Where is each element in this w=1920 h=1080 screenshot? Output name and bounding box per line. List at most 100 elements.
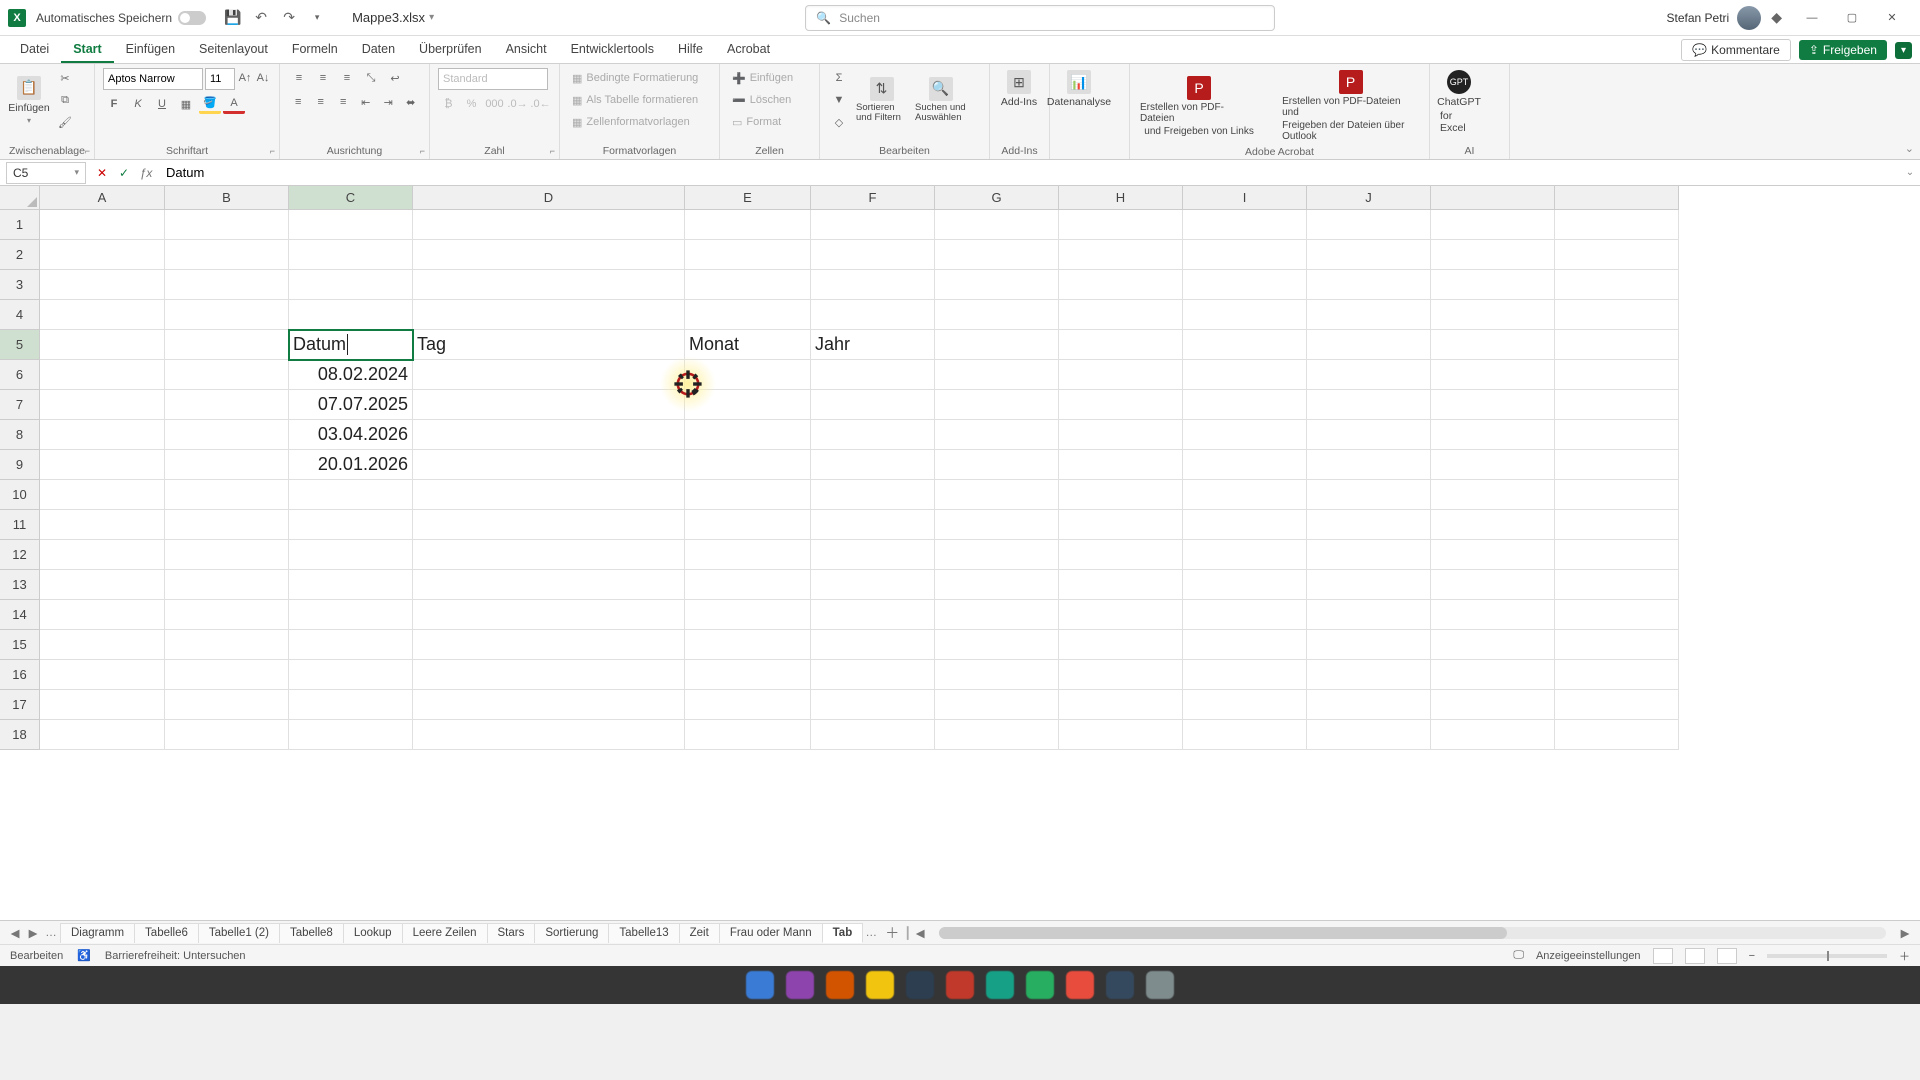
cell[interactable]: [935, 330, 1059, 360]
sheet-tab[interactable]: Tabelle6: [134, 923, 199, 943]
cell[interactable]: [1183, 360, 1307, 390]
row-header[interactable]: 10: [0, 480, 40, 510]
decrease-decimal-icon[interactable]: .0←: [530, 94, 551, 114]
cell[interactable]: [1059, 360, 1183, 390]
cell[interactable]: [935, 720, 1059, 750]
sheet-tab[interactable]: Zeit: [679, 923, 720, 943]
cell[interactable]: [1183, 720, 1307, 750]
row-header[interactable]: 11: [0, 510, 40, 540]
cell[interactable]: [289, 300, 413, 330]
taskbar-app-icon[interactable]: [1026, 971, 1054, 999]
cell[interactable]: [685, 510, 811, 540]
sheet-nav-prev-icon[interactable]: ◀: [6, 926, 24, 940]
acrobat-pdf-outlook-button[interactable]: P Erstellen von PDF-Dateien und Freigebe…: [1280, 68, 1421, 144]
cell[interactable]: [1059, 510, 1183, 540]
cell[interactable]: [1183, 480, 1307, 510]
cell[interactable]: [811, 210, 935, 240]
cell[interactable]: [811, 450, 935, 480]
cell[interactable]: [811, 420, 935, 450]
cell[interactable]: [811, 510, 935, 540]
row-header[interactable]: 7: [0, 390, 40, 420]
cell[interactable]: [289, 630, 413, 660]
cell[interactable]: [1307, 630, 1431, 660]
ribbon-tab-überprüfen[interactable]: Überprüfen: [407, 37, 494, 63]
cell[interactable]: [165, 420, 289, 450]
cell[interactable]: [1059, 540, 1183, 570]
cell[interactable]: [1431, 480, 1555, 510]
horizontal-scrollbar[interactable]: [939, 927, 1886, 939]
font-launcher-icon[interactable]: ⌐: [270, 146, 275, 156]
spreadsheet-grid[interactable]: ABCDEFGHIJ12345DatumTagMonatJahr608.02.2…: [0, 186, 1920, 920]
cell[interactable]: [1059, 720, 1183, 750]
cell[interactable]: [935, 630, 1059, 660]
search-box[interactable]: 🔍 Suchen: [805, 5, 1275, 31]
cell[interactable]: [685, 300, 811, 330]
cell[interactable]: [289, 600, 413, 630]
cell[interactable]: [40, 450, 165, 480]
cell[interactable]: [935, 270, 1059, 300]
cell[interactable]: [1431, 240, 1555, 270]
cell[interactable]: [1059, 330, 1183, 360]
cell[interactable]: [811, 630, 935, 660]
cell[interactable]: [1059, 420, 1183, 450]
scrollbar-thumb[interactable]: [939, 927, 1507, 939]
cell[interactable]: [811, 300, 935, 330]
ribbon-tab-hilfe[interactable]: Hilfe: [666, 37, 715, 63]
row-header[interactable]: 4: [0, 300, 40, 330]
cell[interactable]: Jahr: [811, 330, 935, 360]
docname-dropdown-icon[interactable]: ▾: [429, 12, 434, 23]
cell[interactable]: [1183, 630, 1307, 660]
cell[interactable]: [40, 570, 165, 600]
name-box-dropdown-icon[interactable]: ▾: [74, 167, 79, 178]
row-header[interactable]: 1: [0, 210, 40, 240]
close-button[interactable]: ✕: [1872, 3, 1912, 33]
cell[interactable]: [289, 240, 413, 270]
taskbar-app-icon[interactable]: [786, 971, 814, 999]
cell[interactable]: [1307, 240, 1431, 270]
align-left-icon[interactable]: ≡: [288, 92, 309, 112]
cell[interactable]: [1307, 510, 1431, 540]
cell[interactable]: [413, 660, 685, 690]
cell[interactable]: [1059, 480, 1183, 510]
cell[interactable]: [1059, 240, 1183, 270]
cell[interactable]: [165, 240, 289, 270]
column-header[interactable]: B: [165, 186, 289, 210]
cell[interactable]: [685, 240, 811, 270]
column-header[interactable]: J: [1307, 186, 1431, 210]
cell[interactable]: [1555, 480, 1679, 510]
cell[interactable]: [413, 450, 685, 480]
cell[interactable]: [1431, 690, 1555, 720]
cell[interactable]: [811, 600, 935, 630]
fx-icon[interactable]: ƒx: [136, 163, 156, 183]
cell[interactable]: [685, 210, 811, 240]
cell[interactable]: [165, 720, 289, 750]
cell[interactable]: [685, 570, 811, 600]
autosave-toggle[interactable]: [178, 11, 206, 25]
restore-button[interactable]: ▢: [1832, 3, 1872, 33]
cell[interactable]: [1555, 510, 1679, 540]
sheet-tab[interactable]: Frau oder Mann: [719, 923, 823, 943]
ribbon-tab-seitenlayout[interactable]: Seitenlayout: [187, 37, 280, 63]
cell[interactable]: [1183, 600, 1307, 630]
cell[interactable]: [413, 540, 685, 570]
name-box[interactable]: C5 ▾: [6, 162, 86, 184]
cell[interactable]: [1183, 540, 1307, 570]
cell[interactable]: [1431, 540, 1555, 570]
cell[interactable]: [40, 360, 165, 390]
confirm-edit-icon[interactable]: ✓: [114, 163, 134, 183]
column-header[interactable]: F: [811, 186, 935, 210]
row-header[interactable]: 3: [0, 270, 40, 300]
cell[interactable]: [811, 390, 935, 420]
cell[interactable]: [1431, 510, 1555, 540]
ribbon-tab-start[interactable]: Start: [61, 37, 113, 63]
cell[interactable]: [1307, 360, 1431, 390]
cell[interactable]: [935, 660, 1059, 690]
cell[interactable]: [935, 600, 1059, 630]
sheet-tab[interactable]: Diagramm: [60, 923, 135, 943]
save-icon[interactable]: 💾: [220, 5, 246, 31]
cell[interactable]: [289, 270, 413, 300]
fill-color-icon[interactable]: 🪣: [199, 94, 221, 114]
cell[interactable]: [413, 420, 685, 450]
sheet-nav-more-icon[interactable]: …: [42, 927, 60, 939]
increase-decimal-icon[interactable]: .0→: [507, 94, 528, 114]
